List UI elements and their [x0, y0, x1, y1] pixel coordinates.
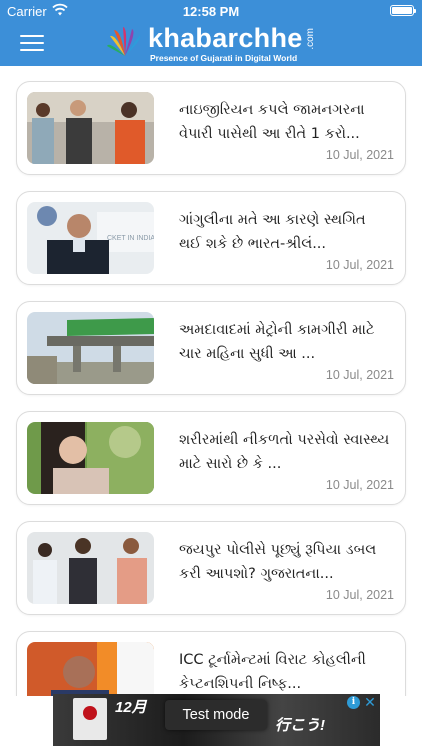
article-date: 10 Jul, 2021: [325, 368, 394, 382]
app-header: khabarchhe .com Presence of Gujarati in …: [0, 22, 422, 66]
svg-text:CKET IN INDIA: CKET IN INDIA: [107, 235, 154, 242]
article-title: શરીરમાંથી નીકળતો પરસેવો સ્વાસ્થ્ય માટે સ…: [179, 432, 390, 472]
ad-headline: 12月: [115, 699, 147, 716]
logo-wordmark: khabarchhe: [148, 23, 303, 53]
article-card[interactable]: જયપુર પોલીસે પૂછ્યું રૂપિયા ડબલ કરી આપશો…: [16, 521, 406, 615]
article-card[interactable]: શરીરમાંથી નીકળતો પરસેવો સ્વાસ્થ્ય માટે સ…: [16, 411, 406, 505]
article-thumbnail: [27, 92, 154, 164]
ad-test-mode-label: Test mode: [165, 700, 267, 730]
ad-info-icon[interactable]: i: [347, 696, 360, 709]
article-thumbnail: [27, 642, 154, 696]
article-title: ગાંગુલીના મતે આ કારણે સ્થગિત થઈ શકે છે ભ…: [179, 212, 366, 252]
ad-brand-logo: [73, 698, 107, 740]
article-thumbnail: [27, 532, 154, 604]
battery-icon: [390, 5, 416, 16]
khabarchhe-logo: khabarchhe .com Presence of Gujarati in …: [106, 23, 321, 64]
article-thumbnail: [27, 422, 154, 494]
article-thumbnail: [27, 312, 154, 384]
status-bar: Carrier 12:58 PM: [0, 0, 422, 22]
article-list: નાઇજીરિયન કપલે જામનગરના વેપારી પાસેથી આ …: [0, 66, 422, 696]
hamburger-menu-icon[interactable]: [20, 35, 44, 53]
logo-mark-icon: [107, 27, 141, 56]
ad-close-icon[interactable]: ✕: [363, 695, 377, 709]
article-date: 10 Jul, 2021: [325, 258, 394, 272]
article-title: ICC ટૂર્નામેન્ટમાં વિરાટ કોહલીની કેપ્ટનશ…: [179, 652, 366, 692]
article-card[interactable]: નાઇજીરિયન કપલે જામનગરના વેપારી પાસેથી આ …: [16, 81, 406, 175]
article-title: અમદાવાદમાં મેટ્રોની કામગીરી માટે ચાર મહિ…: [179, 322, 375, 362]
clock: 12:58 PM: [182, 4, 240, 19]
logo-tagline: Presence of Gujarati in Digital World: [150, 53, 298, 63]
article-thumbnail: CKET IN INDIA: [27, 202, 154, 274]
article-date: 10 Jul, 2021: [325, 588, 394, 602]
article-card[interactable]: અમદાવાદમાં મેટ્રોની કામગીરી માટે ચાર મહિ…: [16, 301, 406, 395]
ad-banner[interactable]: 12月 行こう! Test mode i ✕: [53, 694, 380, 746]
article-title: જયપુર પોલીસે પૂછ્યું રૂપિયા ડબલ કરી આપશો…: [179, 542, 377, 582]
article-title: નાઇજીરિયન કપલે જામનગરના વેપારી પાસેથી આ …: [179, 102, 365, 142]
article-card[interactable]: ICC ટૂર્નામેન્ટમાં વિરાટ કોહલીની કેપ્ટનશ…: [16, 631, 406, 696]
logo-domain-suffix: .com: [305, 28, 316, 50]
article-card[interactable]: CKET IN INDIA ગાંગુલીના મતે આ કારણે સ્થગ…: [16, 191, 406, 285]
ad-subline: 行こう!: [275, 717, 325, 734]
article-date: 10 Jul, 2021: [325, 478, 394, 492]
article-date: 10 Jul, 2021: [325, 148, 394, 162]
